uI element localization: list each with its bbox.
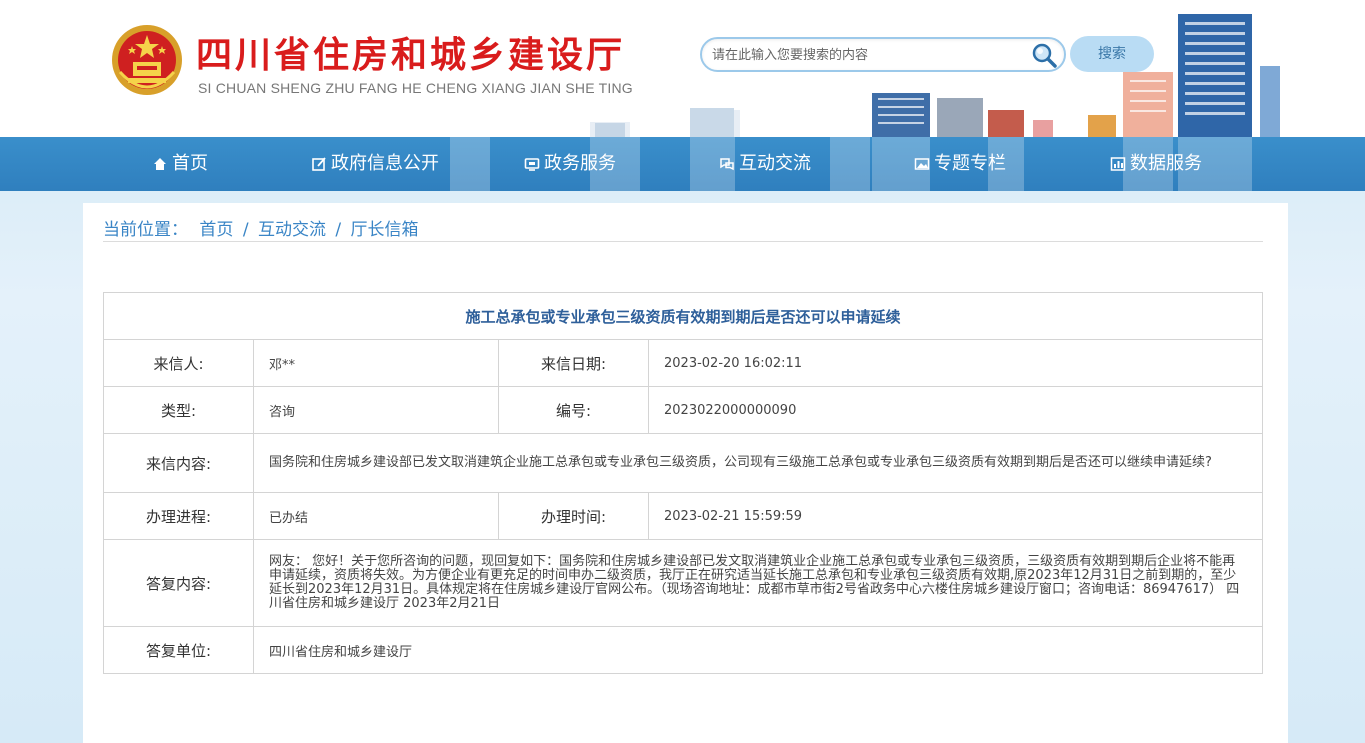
edit-icon [312, 157, 326, 171]
monitor-icon [524, 158, 540, 171]
sender-label: 来信人: [103, 339, 254, 387]
search-icon[interactable] [1030, 41, 1058, 69]
answer-label: 答复内容: [103, 539, 254, 627]
nav-item-topics[interactable]: 专题专栏 [914, 137, 1006, 191]
breadcrumb-separator: / [242, 220, 249, 240]
date-label: 来信日期: [498, 339, 649, 387]
breadcrumb-mailbox[interactable]: 厅长信箱 [351, 215, 419, 240]
time-value: 2023-02-21 15:59:59 [648, 492, 1263, 540]
breadcrumb-home[interactable]: 首页 [199, 215, 233, 240]
nav-item-home[interactable]: 首页 [152, 137, 208, 191]
sender-value: 邓** [253, 339, 499, 387]
main-nav: 首页 政府信息公开 政务服务 互动交流 专题专栏 数据服务 [0, 137, 1365, 191]
breadcrumb-prefix: 当前位置： [103, 220, 188, 240]
answer-value: 网友： 您好！关于您所咨询的问题，现回复如下：国务院和住房城乡建设部已发文取消建… [253, 539, 1263, 627]
nav-label: 首页 [172, 153, 208, 174]
type-label: 类型: [103, 386, 254, 434]
content-label: 来信内容: [103, 433, 254, 493]
content-value: 国务院和住房城乡建设部已发文取消建筑企业施工总承包或专业承包三级资质，公司现有三… [253, 433, 1263, 493]
nav-label: 数据服务 [1130, 153, 1202, 174]
nav-label: 互动交流 [739, 153, 811, 174]
site-title: 四川省住房和城乡建设厅 [196, 34, 626, 76]
chart-icon [1110, 157, 1126, 171]
image-icon [914, 158, 930, 170]
letter-detail-table: 施工总承包或专业承包三级资质有效期到期后是否还可以申请延续 来信人: 邓** 来… [103, 292, 1263, 674]
site-header: 四川省住房和城乡建设厅 SI CHUAN SHENG ZHU FANG HE C… [0, 0, 1365, 137]
nav-label: 政府信息公开 [331, 153, 439, 174]
breadcrumb: 当前位置： 首页 / 互动交流 / 厅长信箱 [103, 215, 1263, 242]
progress-value: 已办结 [253, 492, 499, 540]
number-label: 编号: [498, 386, 649, 434]
number-value: 2023022000000090 [648, 386, 1263, 434]
letter-title: 施工总承包或专业承包三级资质有效期到期后是否还可以申请延续 [103, 292, 1263, 340]
search-box [700, 37, 1066, 72]
type-value: 咨询 [253, 386, 499, 434]
home-icon [154, 158, 166, 170]
time-label: 办理时间: [498, 492, 649, 540]
nav-item-interaction[interactable]: 互动交流 [719, 137, 811, 191]
unit-label: 答复单位: [103, 626, 254, 674]
national-emblem-icon [112, 25, 182, 95]
nav-label: 政务服务 [544, 153, 616, 174]
chat-icon [720, 158, 734, 171]
search-input[interactable] [712, 45, 1032, 65]
date-value: 2023-02-20 16:02:11 [648, 339, 1263, 387]
nav-item-data[interactable]: 数据服务 [1110, 137, 1202, 191]
breadcrumb-interaction[interactable]: 互动交流 [258, 215, 326, 240]
nav-item-services[interactable]: 政务服务 [524, 137, 616, 191]
nav-label: 专题专栏 [934, 153, 1006, 174]
site-subtitle: SI CHUAN SHENG ZHU FANG HE CHENG XIANG J… [198, 80, 633, 96]
progress-label: 办理进程: [103, 492, 254, 540]
unit-value: 四川省住房和城乡建设厅 [253, 626, 1263, 674]
nav-item-gov-info[interactable]: 政府信息公开 [311, 137, 439, 191]
content-panel: 当前位置： 首页 / 互动交流 / 厅长信箱 施工总承包或专业承包三级资质有效期… [83, 203, 1288, 743]
search-button[interactable]: 搜索 [1070, 36, 1154, 72]
breadcrumb-separator: / [335, 220, 342, 240]
